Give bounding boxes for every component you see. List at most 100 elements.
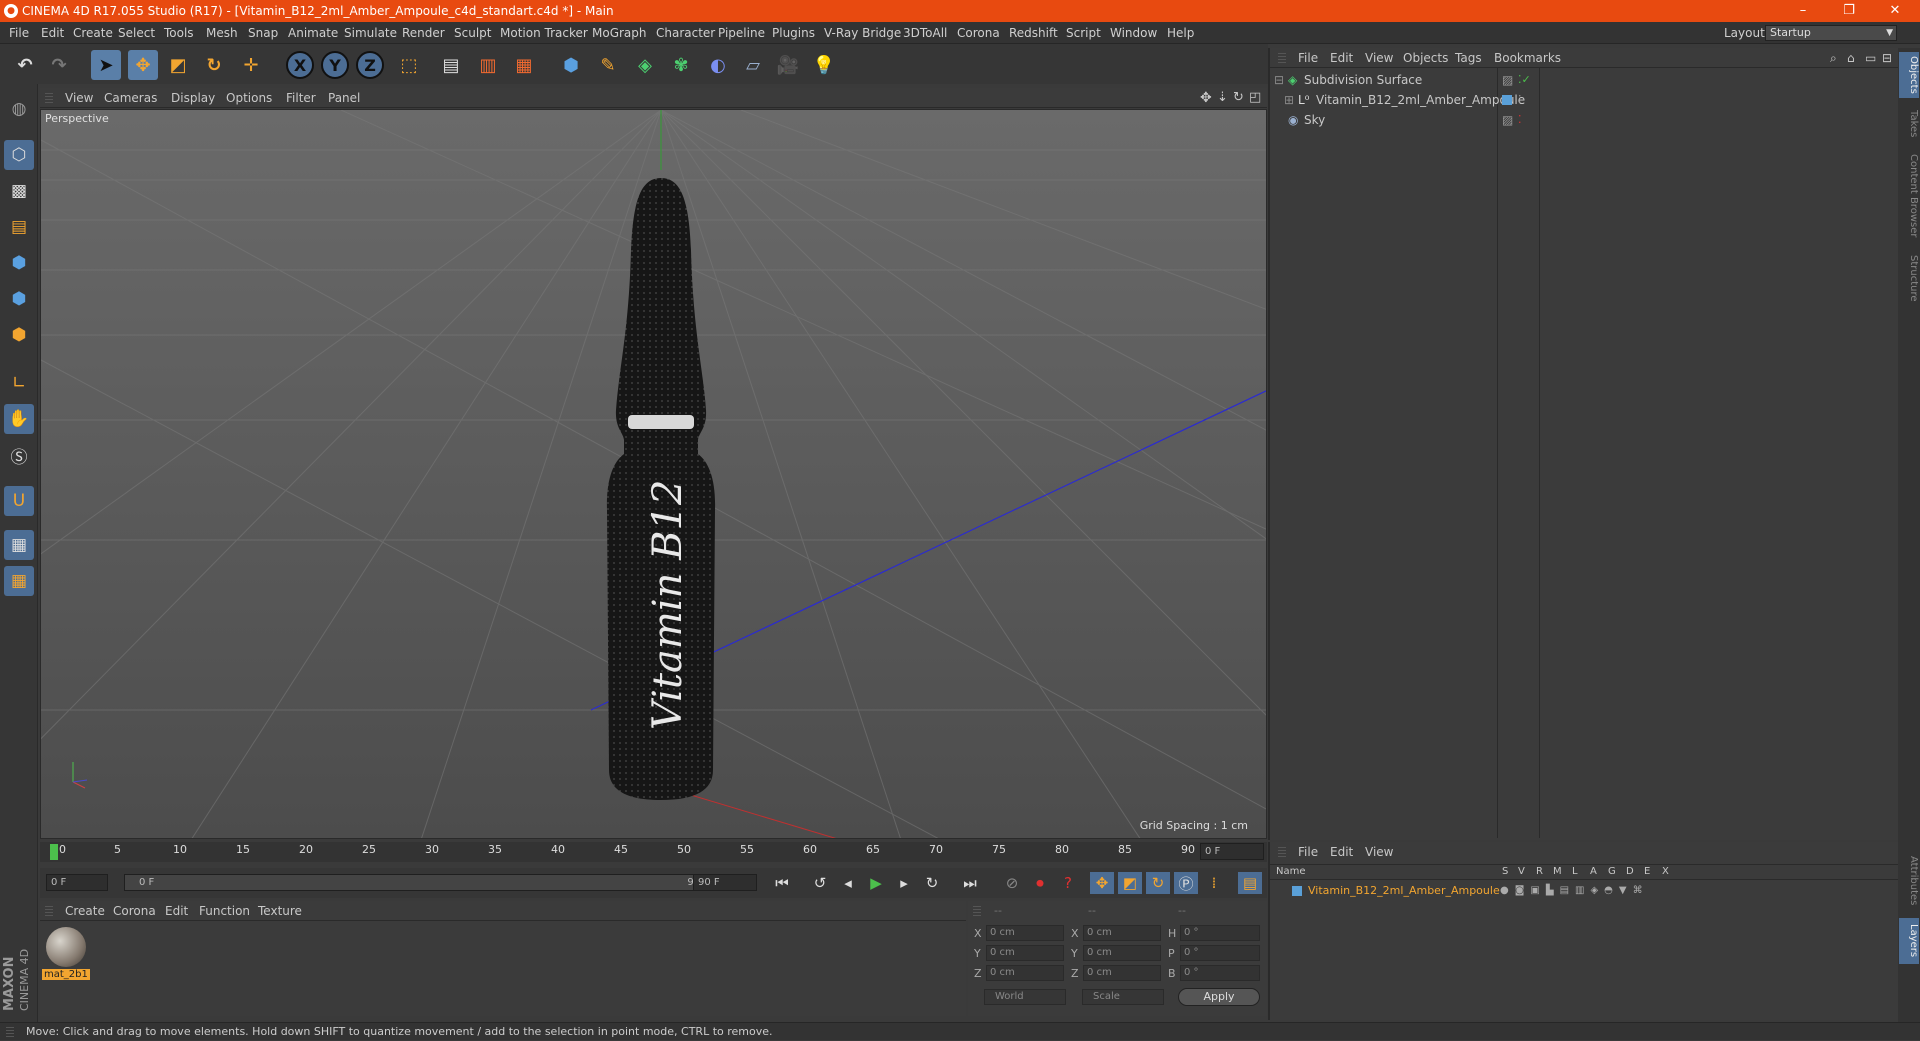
x-axis-lock-button[interactable]: X xyxy=(286,51,314,79)
key-pla-button[interactable]: ⁞ xyxy=(1202,872,1226,894)
menu-file[interactable]: File xyxy=(9,22,29,44)
menu-redshift[interactable]: Redshift xyxy=(1009,22,1058,44)
layers-menu-file[interactable]: File xyxy=(1298,842,1318,862)
layer-row[interactable]: Vitamin_B12_2ml_Amber_Ampoule ●◙▣▙▤▥◈◓▼⌘ xyxy=(1270,882,1900,900)
objects-menu-bookmarks[interactable]: Bookmarks xyxy=(1494,48,1561,68)
position-x-field[interactable]: 0 cm xyxy=(986,925,1064,941)
position-y-field[interactable]: 0 cm xyxy=(986,945,1064,961)
layer-name[interactable]: Vitamin_B12_2ml_Amber_Ampoule xyxy=(1308,882,1500,900)
visibility-dots-icon[interactable]: ⁚ xyxy=(1518,110,1522,130)
end-frame-field[interactable]: 90 F xyxy=(693,874,757,891)
undo-button[interactable]: ↶ xyxy=(10,50,40,80)
objects-menu-tags[interactable]: Tags xyxy=(1455,48,1482,68)
expand-icon[interactable]: ⊞ xyxy=(1284,90,1294,110)
key-parameter-button[interactable]: Ⓟ xyxy=(1174,872,1198,894)
rotation-h-field[interactable]: 0 ° xyxy=(1180,925,1260,941)
menu-animate[interactable]: Animate xyxy=(288,22,338,44)
enabled-check-icon[interactable]: ⁚✓ xyxy=(1518,70,1531,90)
menu-plugins[interactable]: Plugins xyxy=(772,22,815,44)
menu-sculpt[interactable]: Sculpt xyxy=(454,22,491,44)
redo-button[interactable]: ↷ xyxy=(44,50,74,80)
record-active-objects-button[interactable]: ⏺ xyxy=(1028,872,1052,894)
planar-workplane-button[interactable]: ▦ xyxy=(4,566,34,596)
timeline-window-button[interactable]: ▤ xyxy=(1238,872,1262,894)
edges-mode-button[interactable]: ⬢ xyxy=(4,284,34,314)
frame-range-slider[interactable]: 0 F 90 F xyxy=(124,874,724,891)
render-picture-viewer-button[interactable]: ▥ xyxy=(473,50,503,80)
home-icon[interactable]: ⌂ xyxy=(1847,48,1855,68)
array-generator-button[interactable]: ✾ xyxy=(666,50,696,80)
points-mode-button[interactable]: ⬢ xyxy=(4,248,34,278)
light-object-button[interactable]: 💡 xyxy=(809,50,839,80)
rotation-b-field[interactable]: 0 ° xyxy=(1180,965,1260,981)
apply-button[interactable]: Apply xyxy=(1178,988,1260,1006)
start-frame-field[interactable]: 0 F xyxy=(46,874,108,891)
cube-object-button[interactable]: ⬢ xyxy=(556,50,586,80)
magnet-tool-button[interactable]: U xyxy=(4,486,34,516)
make-editable-button[interactable]: ◍ xyxy=(4,94,34,124)
viewport-toggle-icon[interactable]: ◰ xyxy=(1249,88,1261,108)
play-button[interactable]: ▶ xyxy=(864,872,888,894)
menu-3dtoall[interactable]: 3DToAll xyxy=(903,22,947,44)
menu-select[interactable]: Select xyxy=(118,22,155,44)
z-axis-lock-button[interactable]: Z xyxy=(356,51,384,79)
menu-mograph[interactable]: MoGraph xyxy=(592,22,647,44)
previous-key-button[interactable]: ↺ xyxy=(808,872,832,894)
viewport-menu-panel[interactable]: Panel xyxy=(328,88,360,108)
tweak-mode-button[interactable]: ✋ xyxy=(4,404,34,434)
tab-content-browser[interactable]: Content Browser xyxy=(1899,148,1919,244)
camera-object-button[interactable]: 🎥 xyxy=(773,50,803,80)
key-rotation-button[interactable]: ↻ xyxy=(1146,872,1170,894)
rotate-tool-button[interactable]: ↻ xyxy=(199,50,229,80)
menu-simulate[interactable]: Simulate xyxy=(344,22,397,44)
menu-corona[interactable]: Corona xyxy=(957,22,1000,44)
current-frame-field[interactable]: 0 F xyxy=(1200,843,1264,860)
viewport-menu-filter[interactable]: Filter xyxy=(286,88,316,108)
next-key-button[interactable]: ↻ xyxy=(920,872,944,894)
workplane-lock-button[interactable]: ▦ xyxy=(4,530,34,560)
menu-render[interactable]: Render xyxy=(402,22,445,44)
viewport-rotate-icon[interactable]: ↻ xyxy=(1233,88,1244,108)
tab-structure[interactable]: Structure xyxy=(1899,248,1919,308)
object-name[interactable]: Subdivision Surface xyxy=(1304,70,1422,90)
material-menu-edit[interactable]: Edit xyxy=(165,901,188,921)
menu-pipeline[interactable]: Pipeline xyxy=(718,22,765,44)
size-x-field[interactable]: 0 cm xyxy=(1083,925,1161,941)
material-preview-ball[interactable] xyxy=(46,927,86,967)
tab-attributes[interactable]: Attributes xyxy=(1899,848,1919,914)
viewport-move-icon[interactable]: ✥ xyxy=(1200,88,1212,108)
layer-tag-icon[interactable]: ▨ xyxy=(1502,70,1513,90)
menu-script[interactable]: Script xyxy=(1066,22,1101,44)
3d-viewport[interactable]: Vitamin B12 Perspective Grid Spacing : 1… xyxy=(40,109,1267,839)
floor-object-button[interactable]: ▱ xyxy=(738,50,768,80)
object-row[interactable]: ◉ Sky ▨ ⁚ xyxy=(1270,110,1900,130)
snap-button[interactable]: Ⓢ xyxy=(4,440,34,470)
render-view-button[interactable]: ▤ xyxy=(436,50,466,80)
subdivision-surface-button[interactable]: ◈ xyxy=(630,50,660,80)
menu-edit[interactable]: Edit xyxy=(41,22,64,44)
search-icon[interactable]: ⌕ xyxy=(1830,48,1837,68)
workplane-mode-button[interactable]: ▤ xyxy=(4,212,34,242)
tab-objects[interactable]: Objects xyxy=(1899,52,1919,98)
key-position-button[interactable]: ✥ xyxy=(1090,872,1114,894)
move-tool-button[interactable]: ✥ xyxy=(128,50,158,80)
object-row[interactable]: ⊞ L⁰ Vitamin_B12_2ml_Amber_Ampoule ⁚ xyxy=(1270,90,1900,110)
object-name[interactable]: Sky xyxy=(1304,110,1325,130)
previous-frame-button[interactable]: ◂ xyxy=(836,872,860,894)
coordinate-system-button[interactable]: ⬚ xyxy=(394,50,424,80)
close-button[interactable]: ✕ xyxy=(1872,0,1918,22)
tab-layers[interactable]: Layers xyxy=(1899,918,1919,964)
viewport-menu-options[interactable]: Options xyxy=(226,88,272,108)
viewport-menu-view[interactable]: View xyxy=(65,88,93,108)
menu-help[interactable]: Help xyxy=(1167,22,1194,44)
live-selection-tool-button[interactable]: ➤ xyxy=(91,50,121,80)
pen-spline-button[interactable]: ✎ xyxy=(593,50,623,80)
tab-takes[interactable]: Takes xyxy=(1899,104,1919,144)
timeline-playhead[interactable] xyxy=(50,844,58,860)
new-window-icon[interactable]: ▭ xyxy=(1865,48,1876,68)
layer-color-swatch[interactable] xyxy=(1502,95,1512,105)
layout-select[interactable]: Startup ▼ xyxy=(1765,25,1897,41)
menu-window[interactable]: Window xyxy=(1110,22,1157,44)
go-to-end-button[interactable]: ⏭ xyxy=(958,872,982,894)
material-menu-corona[interactable]: Corona xyxy=(113,901,156,921)
